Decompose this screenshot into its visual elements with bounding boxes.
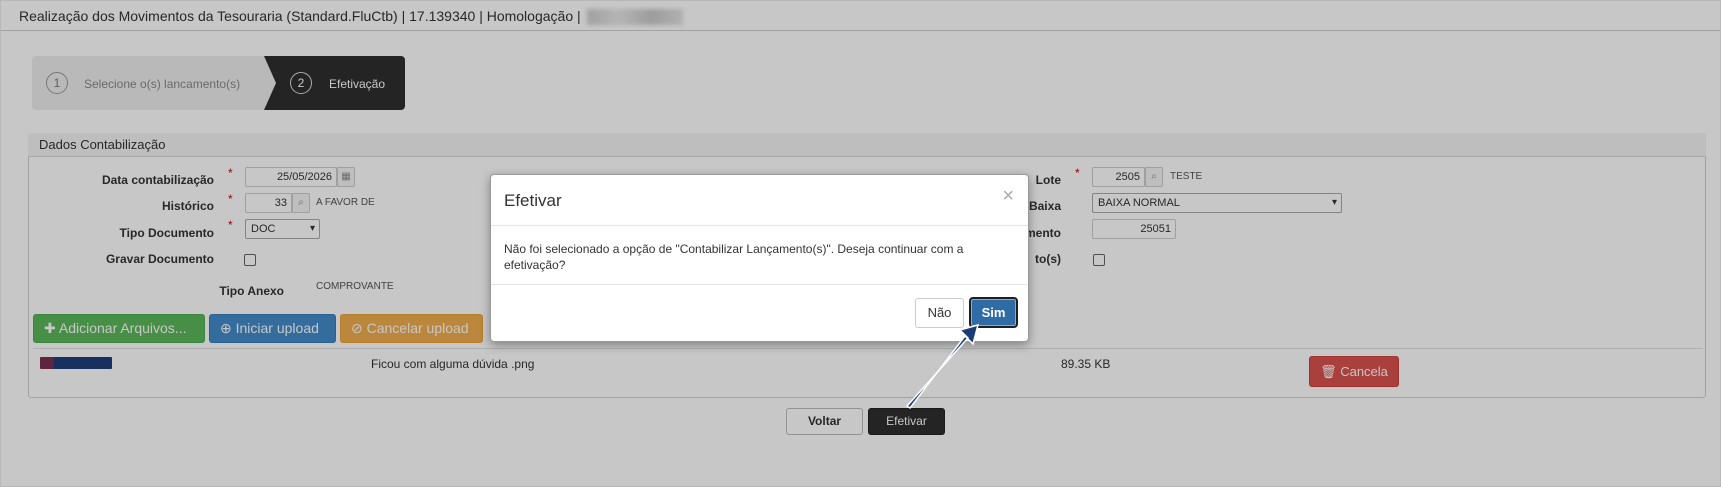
close-icon[interactable]: × — [1002, 185, 1014, 208]
dialog-title: Efetivar — [504, 191, 562, 210]
nao-button[interactable]: Não — [915, 298, 964, 328]
dialog-message: Não foi selecionado a opção de "Contabil… — [504, 242, 964, 272]
dialog-footer-divider — [491, 284, 1028, 285]
sim-button[interactable]: Sim — [969, 297, 1018, 328]
dialog-header-divider — [491, 225, 1028, 226]
efetivar-dialog: Efetivar × Não foi selecionado a opção d… — [490, 174, 1029, 342]
